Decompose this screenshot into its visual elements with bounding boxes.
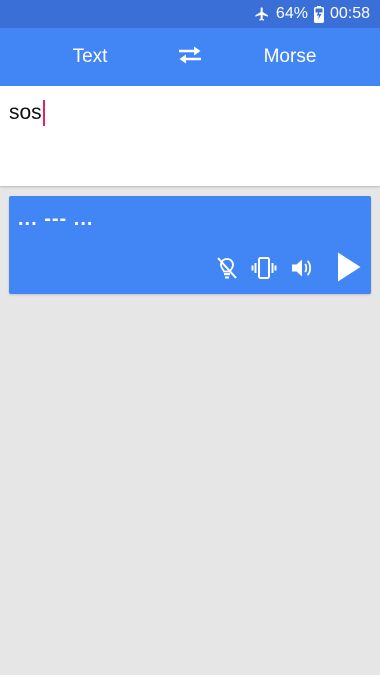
volume-icon bbox=[290, 257, 314, 284]
flashlight-off-icon bbox=[215, 255, 239, 286]
text-input[interactable]: sos bbox=[9, 100, 45, 126]
input-value: sos bbox=[9, 101, 42, 124]
swap-button[interactable] bbox=[170, 42, 210, 72]
airplane-mode-icon bbox=[254, 6, 270, 22]
battery-percent: 64% bbox=[275, 5, 308, 22]
clock-time: 00:58 bbox=[329, 5, 370, 22]
play-button[interactable] bbox=[335, 252, 363, 286]
status-icons: 64% 00:58 bbox=[254, 0, 370, 28]
sound-toggle-button[interactable] bbox=[289, 256, 315, 284]
vibrate-toggle-button[interactable] bbox=[251, 256, 277, 284]
source-language-text[interactable]: Text bbox=[40, 28, 140, 86]
swap-arrows-icon bbox=[176, 44, 204, 71]
morse-output-text: ... --- ... bbox=[18, 208, 94, 230]
text-cursor bbox=[42, 100, 45, 126]
status-bar: 64% 00:58 bbox=[0, 0, 380, 28]
battery-charging-icon bbox=[313, 5, 324, 23]
vibrate-icon bbox=[251, 256, 277, 285]
input-panel: sos bbox=[0, 86, 380, 186]
play-icon bbox=[336, 251, 362, 288]
morse-output-card: ... --- ... bbox=[9, 196, 371, 294]
flashlight-toggle-button[interactable] bbox=[214, 256, 240, 284]
target-language-morse[interactable]: Morse bbox=[240, 28, 340, 86]
app-toolbar: Text Morse bbox=[0, 28, 380, 86]
